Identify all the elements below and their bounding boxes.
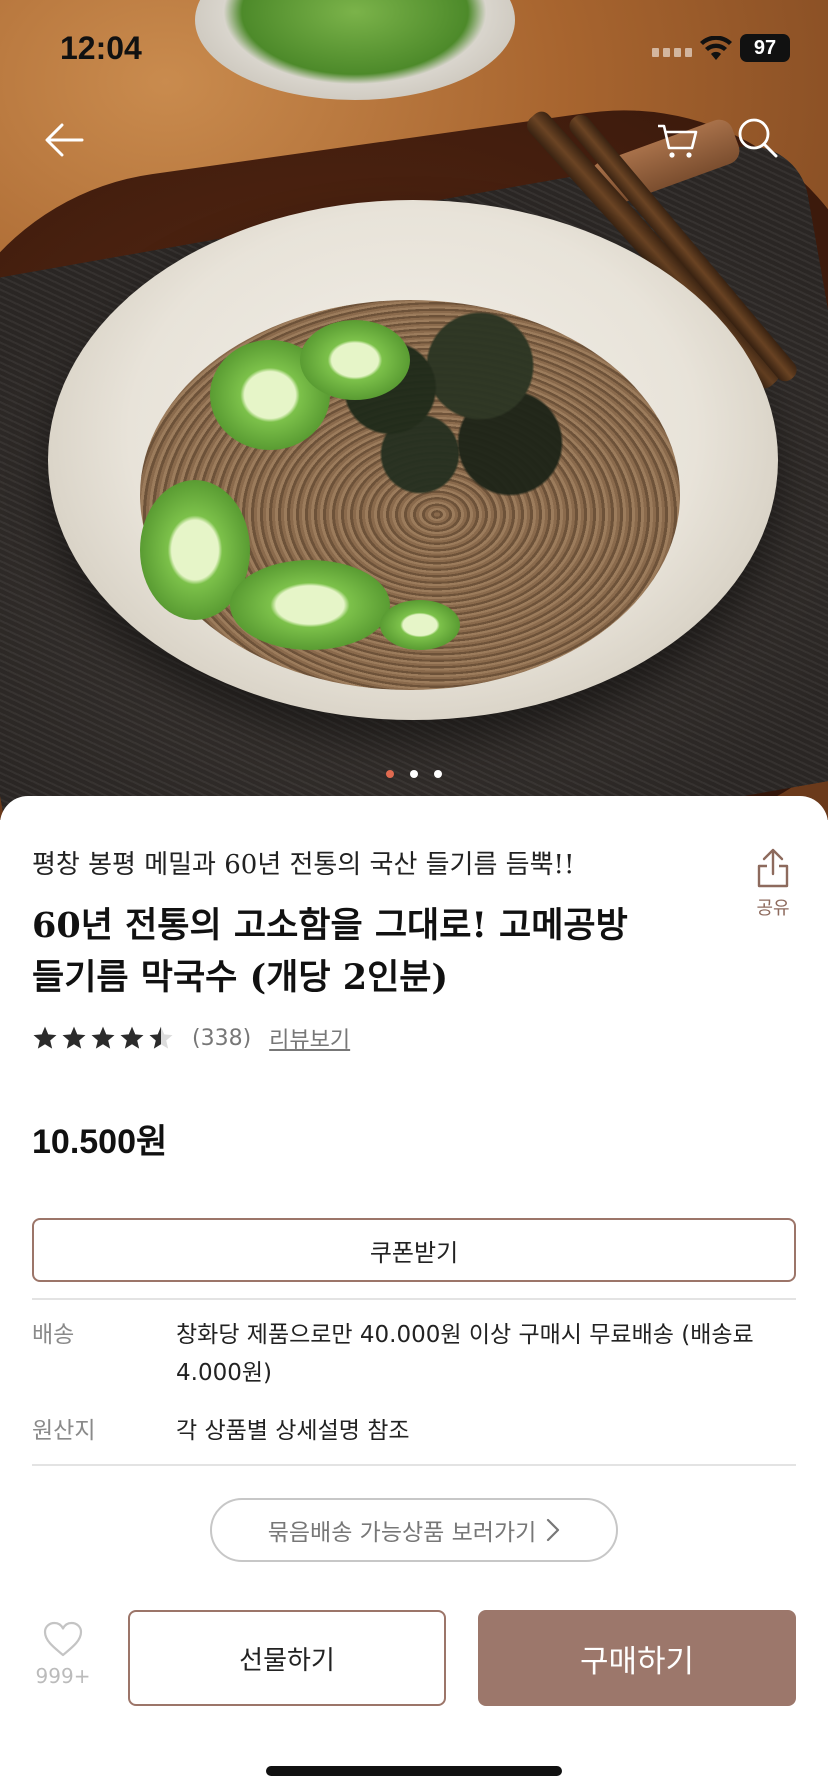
review-link[interactable]: 리뷰보기 — [269, 1022, 350, 1054]
buy-button[interactable]: 구매하기 — [478, 1610, 796, 1706]
bundle-shipping-button[interactable]: 묶음배송 가능상품 보러가기 — [210, 1498, 618, 1562]
share-label: 공유 — [756, 898, 790, 919]
origin-row: 원산지 각 상품별 상세설명 참조 — [32, 1412, 796, 1450]
search-icon[interactable] — [734, 114, 782, 162]
product-image[interactable] — [0, 0, 828, 820]
battery-icon: 97 — [740, 34, 790, 62]
origin-value: 각 상품별 상세설명 참조 — [176, 1418, 410, 1444]
carousel-dot[interactable] — [386, 770, 394, 778]
carousel-dot[interactable] — [410, 770, 418, 778]
product-detail-sheet: 평창 봉평 메밀과 60년 전통의 국산 들기름 듬뿍!! 공유 60년 전통의… — [0, 796, 828, 1792]
status-bar: 12:04 97 — [0, 0, 828, 100]
heart-icon — [43, 1621, 83, 1657]
cellular-signal-icon — [652, 48, 692, 57]
gift-button[interactable]: 선물하기 — [128, 1610, 446, 1706]
battery-level: 97 — [753, 36, 777, 59]
star-filled-icon — [33, 1026, 57, 1049]
shipping-value: 창화당 제품으로만 40.000원 이상 구매시 무료배송 (배송료 4.000… — [176, 1322, 754, 1386]
back-arrow-icon[interactable] — [40, 116, 88, 164]
rating-row: (338) 리뷰보기 — [32, 1022, 350, 1054]
divider — [32, 1464, 796, 1466]
shipping-row: 배송 창화당 제품으로만 40.000원 이상 구매시 무료배송 (배송료 4.… — [32, 1316, 796, 1392]
carousel-indicator — [0, 770, 828, 778]
bundle-shipping-label: 묶음배송 가능상품 보러가기 — [267, 1520, 537, 1546]
scallion-image-part — [300, 320, 410, 400]
scallion-image-part — [230, 560, 390, 650]
product-title: 60년 전통의 고소함을 그대로! 고메공방 들기름 막국수 (개당 2인분) — [32, 905, 628, 998]
share-icon — [757, 848, 789, 888]
star-filled-icon — [62, 1026, 86, 1049]
status-time: 12:04 — [60, 30, 142, 66]
product-price: 10.500원 — [32, 1123, 168, 1161]
divider — [32, 1298, 796, 1300]
like-button[interactable]: 999+ — [30, 1620, 96, 1688]
star-filled-icon — [120, 1026, 144, 1049]
star-half-icon — [149, 1026, 173, 1049]
cart-icon[interactable] — [654, 116, 702, 164]
home-indicator[interactable] — [266, 1766, 562, 1776]
scallion-image-part — [380, 600, 460, 650]
chevron-right-icon — [547, 1518, 560, 1542]
wifi-icon — [700, 36, 732, 60]
shipping-label: 배송 — [32, 1322, 75, 1348]
like-count: 999+ — [35, 1664, 91, 1688]
rating-stars — [32, 1025, 174, 1051]
origin-label: 원산지 — [32, 1418, 96, 1444]
carousel-dot[interactable] — [434, 770, 442, 778]
share-button[interactable]: 공유 — [748, 848, 798, 920]
coupon-button[interactable]: 쿠폰받기 — [32, 1218, 796, 1282]
star-filled-icon — [91, 1026, 115, 1049]
product-subtitle: 평창 봉평 메밀과 60년 전통의 국산 들기름 듬뿍!! — [32, 850, 575, 880]
review-count: (338) — [192, 1025, 252, 1051]
